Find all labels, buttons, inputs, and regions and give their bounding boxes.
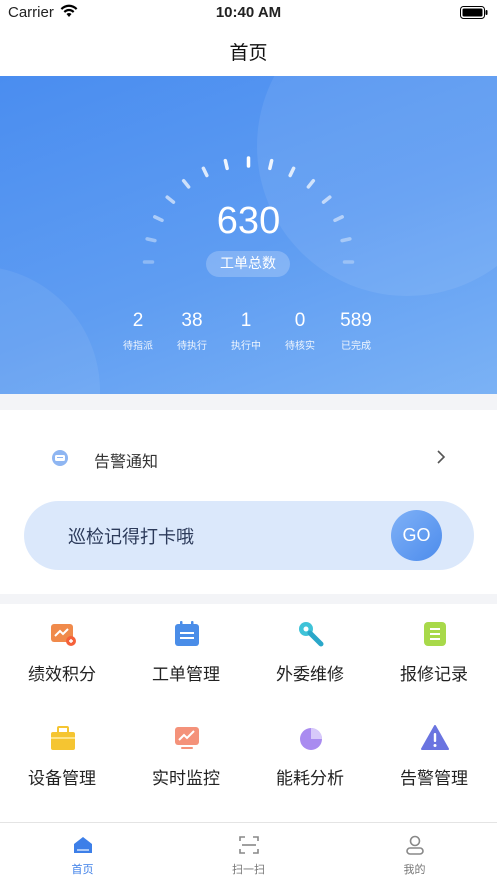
- scan-icon: [239, 836, 259, 854]
- work-order-stats: 2 待指派 38 待执行 1 执行中 0 待核实 589 已完成: [111, 310, 385, 356]
- total-work-orders-label: 工单总数: [206, 251, 290, 277]
- wrench-icon: [299, 622, 324, 647]
- feature-performance-points[interactable]: 绩效积分: [0, 604, 124, 704]
- tab-label: 首页: [71, 863, 94, 876]
- message-icon: [52, 450, 68, 466]
- decor-bubble: [0, 266, 100, 394]
- inspection-checkin-banner[interactable]: 巡检记得打卡哦 GO: [24, 501, 474, 570]
- alarm-notice-row[interactable]: 告警通知: [50, 446, 450, 474]
- stat-completed[interactable]: 589 已完成: [327, 310, 385, 352]
- home-icon: [74, 837, 92, 853]
- gauge-tick: [306, 178, 316, 189]
- feature-realtime-monitoring[interactable]: 实时监控: [124, 708, 248, 808]
- feature-label: 实时监控: [152, 769, 220, 789]
- warning-triangle-icon: [421, 725, 449, 750]
- stat-value: 38: [181, 310, 203, 331]
- stat-pending-verify[interactable]: 0 待核实: [273, 310, 327, 352]
- checkin-text: 巡检记得打卡哦: [68, 527, 194, 548]
- feature-label: 工单管理: [152, 665, 220, 685]
- device-box-icon: [51, 726, 75, 750]
- feature-alarm-management[interactable]: 告警管理: [372, 708, 496, 808]
- monitor-chart-icon: [175, 727, 199, 749]
- gauge-tick: [223, 158, 229, 171]
- tab-profile[interactable]: 我的: [332, 823, 497, 883]
- tab-label: 我的: [403, 863, 426, 876]
- feature-outsourced-repair[interactable]: 外委维修: [248, 604, 372, 704]
- tab-scan[interactable]: 扫一扫: [166, 823, 331, 883]
- nav-bar: 首页: [0, 26, 497, 76]
- stat-value: 1: [240, 310, 252, 331]
- status-time: 10:40 AM: [215, 4, 282, 21]
- page-title: 首页: [229, 42, 268, 64]
- stat-pending-assign[interactable]: 2 待指派: [111, 310, 165, 352]
- stat-label: 执行中: [231, 341, 261, 352]
- feature-label: 能耗分析: [276, 769, 344, 789]
- go-button[interactable]: GO: [391, 510, 442, 561]
- gauge-tick: [201, 166, 209, 178]
- feature-device-management[interactable]: 设备管理: [0, 708, 124, 808]
- total-work-orders-value: 630: [216, 200, 281, 242]
- feature-label: 设备管理: [28, 769, 96, 789]
- tab-home[interactable]: 首页: [0, 823, 165, 883]
- feature-label: 报修记录: [400, 665, 468, 685]
- stat-pending-execute[interactable]: 38 待执行: [165, 310, 219, 352]
- work-order-calendar-icon: [175, 621, 199, 646]
- feature-label: 外委维修: [276, 665, 344, 685]
- notice-card: 告警通知 巡检记得打卡哦 GO: [0, 410, 497, 594]
- chevron-right-icon: [437, 450, 446, 464]
- stat-value: 589: [340, 310, 372, 331]
- gauge-tick: [181, 178, 191, 189]
- battery-icon: [460, 6, 488, 19]
- status-bar: Carrier 10:40 AM: [0, 0, 497, 26]
- performance-points-icon: [51, 624, 76, 646]
- tab-label: 扫一扫: [232, 863, 265, 876]
- bottom-tab-bar: 首页 扫一扫 我的: [0, 822, 497, 883]
- stat-label: 待核实: [285, 341, 315, 352]
- feature-grid: 绩效积分 工单管理 外委维修 报修记录 设备管理 实时监控 能耗分析 告警管理: [0, 604, 497, 822]
- stat-value: 0: [294, 310, 306, 331]
- stat-in-progress[interactable]: 1 执行中: [219, 310, 273, 352]
- profile-icon: [406, 835, 424, 855]
- feature-label: 告警管理: [400, 769, 468, 789]
- feature-label: 绩效积分: [28, 665, 96, 685]
- alarm-notice-text: 告警通知: [94, 452, 159, 471]
- feature-energy-analysis[interactable]: 能耗分析: [248, 708, 372, 808]
- home-screen: Carrier 10:40 AM 首页 630 工单总数 2 待指派 38 待执…: [0, 0, 497, 883]
- gauge-tick: [268, 158, 274, 171]
- stat-label: 已完成: [341, 341, 371, 352]
- stat-label: 待指派: [123, 341, 153, 352]
- gauge-tick: [288, 166, 296, 178]
- repair-record-icon: [424, 622, 446, 646]
- stat-label: 待执行: [177, 341, 207, 352]
- feature-work-order-management[interactable]: 工单管理: [124, 604, 248, 704]
- feature-repair-records[interactable]: 报修记录: [372, 604, 496, 704]
- work-order-dashboard: 630 工单总数 2 待指派 38 待执行 1 执行中 0 待核实 589 已完…: [0, 76, 497, 394]
- stat-value: 2: [132, 310, 144, 331]
- pie-chart-icon: [300, 728, 322, 750]
